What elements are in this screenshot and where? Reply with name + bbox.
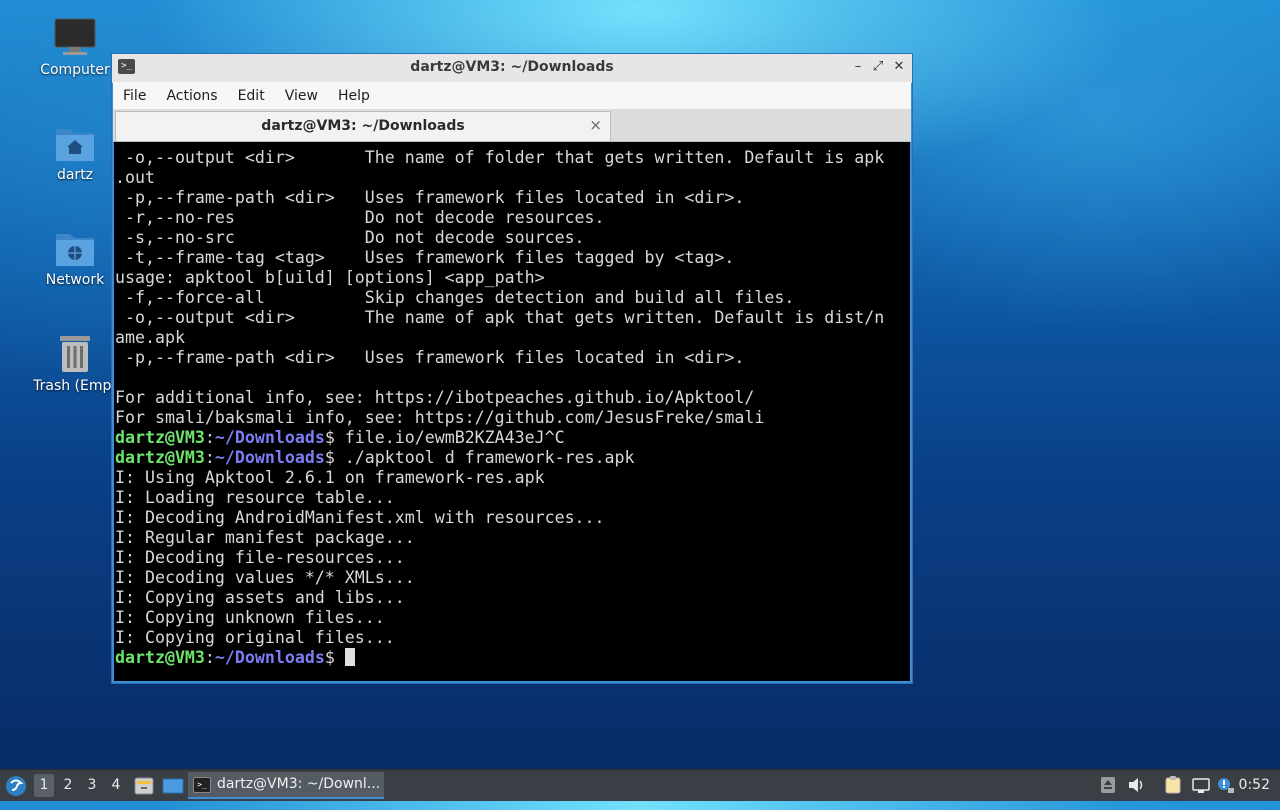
file-manager-launcher[interactable]	[134, 776, 154, 795]
file-cabinet-icon	[134, 777, 154, 795]
output-line: I: Decoding file-resources...	[115, 548, 405, 567]
term-line: -r,--no-res Do not decode resources.	[115, 208, 605, 227]
output-line: I: Copying original files...	[115, 628, 395, 647]
term-line: -p,--frame-path <dir> Uses framework fil…	[115, 188, 745, 207]
term-line: -p,--frame-path <dir> Uses framework fil…	[115, 348, 745, 367]
output-line: I: Decoding values */* XMLs...	[115, 568, 415, 587]
show-desktop-button[interactable]	[162, 776, 184, 794]
tab-bar: dartz@VM3: ~/Downloads ×	[113, 109, 911, 142]
term-line: -o,--output <dir> The name of apk that g…	[115, 308, 885, 327]
desktop-icon-computer[interactable]: Computer	[30, 18, 120, 78]
term-line: For additional info, see: https://ibotpe…	[115, 388, 755, 407]
monitor-icon	[54, 18, 96, 55]
workspace-1[interactable]: 1	[34, 774, 54, 797]
distro-logo-icon	[6, 776, 26, 796]
menu-view[interactable]: View	[275, 82, 328, 110]
command-text: $ file.io/ewmB2KZA43eJ^C	[324, 428, 565, 447]
close-icon[interactable]: ✕	[891, 58, 907, 76]
desktop-icon-home[interactable]: dartz	[30, 123, 120, 183]
output-line: I: Regular manifest package...	[115, 528, 415, 547]
workspace-3[interactable]: 3	[82, 774, 102, 797]
term-line: -s,--no-src Do not decode sources.	[115, 228, 585, 247]
desktop-icon-trash[interactable]: Trash (Empt	[30, 332, 120, 394]
clock[interactable]: 0:52	[1239, 770, 1270, 801]
term-line: For smali/baksmali info, see: https://gi…	[115, 408, 765, 427]
desktop-icon-label: dartz	[56, 167, 94, 183]
menu-actions[interactable]: Actions	[156, 82, 227, 110]
network-wired-icon[interactable]	[1192, 776, 1210, 794]
desktop-icon-label: Computer	[40, 62, 110, 78]
maximize-icon[interactable]: ⤢	[870, 58, 886, 76]
volume-icon[interactable]	[1127, 776, 1145, 794]
output-line: I: Using Apktool 2.6.1 on framework-res.…	[115, 468, 545, 487]
output-line: I: Copying assets and libs...	[115, 588, 405, 607]
notification-icon[interactable]	[1216, 776, 1234, 794]
term-line: usage: apktool b[uild] [options] <app_pa…	[115, 268, 545, 287]
terminal-window: >_ dartz@VM3: ~/Downloads – ⤢ ✕ File Acti…	[111, 53, 913, 684]
term-line: -t,--frame-tag <tag> Uses framework file…	[115, 248, 735, 267]
term-line: -f,--force-all Skip changes detection an…	[115, 288, 795, 307]
desktop-icon	[162, 778, 184, 794]
prompt-path: ~/Downloads	[214, 448, 325, 467]
prompt-path: ~/Downloads	[214, 648, 325, 667]
start-menu-button[interactable]	[4, 774, 28, 798]
home-folder-icon	[56, 129, 94, 161]
window-title: dartz@VM3: ~/Downloads	[410, 59, 614, 75]
menu-edit[interactable]: Edit	[228, 82, 275, 110]
taskbar-window-terminal[interactable]: >_ dartz@VM3: ~/Downl...	[188, 772, 384, 799]
output-line: I: Decoding AndroidManifest.xml with res…	[115, 508, 605, 527]
term-line: -o,--output <dir> The name of folder tha…	[115, 148, 885, 167]
terminal-output[interactable]: -o,--output <dir> The name of folder tha…	[114, 142, 910, 681]
desktop-icon-label: Trash (Empt	[33, 378, 117, 394]
desktop-icon-label: Network	[45, 272, 105, 288]
clipboard-icon[interactable]	[1164, 776, 1182, 794]
minimize-icon[interactable]: –	[850, 58, 866, 76]
taskbar: 1 2 3 4 >_ dartz@VM3: ~/Downl... 0:52	[0, 769, 1280, 801]
terminal-task-icon: >_	[193, 777, 211, 793]
window-titlebar[interactable]: >_ dartz@VM3: ~/Downloads – ⤢ ✕	[112, 54, 912, 83]
text-cursor	[344, 648, 355, 666]
command-text: $ ./apktool d framework-res.apk	[324, 448, 635, 467]
prompt-suffix: $	[324, 648, 345, 667]
tab-close-icon[interactable]: ×	[589, 116, 602, 134]
workspace-4[interactable]: 4	[106, 774, 126, 797]
menu-help[interactable]: Help	[328, 82, 380, 110]
output-line: I: Copying unknown files...	[115, 608, 385, 627]
prompt-user: dartz@VM3	[115, 648, 205, 667]
prompt-path: ~/Downloads	[214, 428, 325, 447]
menu-file[interactable]: File	[113, 82, 156, 110]
desktop-icon-network[interactable]: Network	[30, 228, 120, 288]
prompt-user: dartz@VM3	[115, 448, 205, 467]
network-folder-icon	[56, 234, 94, 266]
tab-label: dartz@VM3: ~/Downloads	[261, 118, 465, 134]
task-label: dartz@VM3: ~/Downl...	[217, 776, 381, 792]
term-line: ame.apk	[115, 328, 185, 347]
eject-icon[interactable]	[1099, 776, 1117, 794]
menu-bar: File Actions Edit View Help	[113, 82, 911, 109]
tab-terminal[interactable]: dartz@VM3: ~/Downloads ×	[115, 111, 611, 141]
prompt-user: dartz@VM3	[115, 428, 205, 447]
workspace-2[interactable]: 2	[58, 774, 78, 797]
term-line: .out	[115, 168, 155, 187]
output-line: I: Loading resource table...	[115, 488, 395, 507]
trash-icon	[60, 336, 90, 372]
